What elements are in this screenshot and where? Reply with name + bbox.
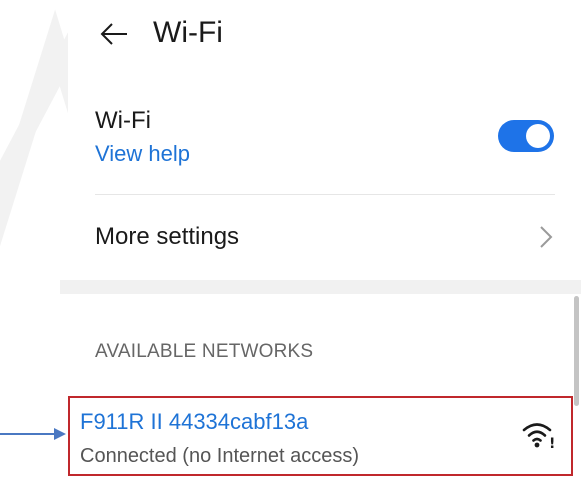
view-help-link[interactable]: View help [95,140,190,168]
wifi-no-internet-icon: ! [522,423,555,450]
annotation-arrow-icon [0,428,66,440]
wifi-label: Wi-Fi [95,107,151,134]
divider [95,194,555,195]
wifi-toggle-row: Wi-Fi View help [68,100,581,178]
network-list-item[interactable]: F911R II 44334cabf13a Connected (no Inte… [68,396,573,476]
available-networks-header: AVAILABLE NETWORKS [95,341,314,362]
app-bar: Wi-Fi [68,0,581,70]
toggle-knob [526,124,550,148]
wifi-settings-screen: Wi-Fi Wi-Fi View help More settings AVAI… [60,0,581,481]
back-button[interactable] [96,18,132,50]
network-status: Connected (no Internet access) [80,445,360,467]
more-settings-label: More settings [95,223,240,250]
more-settings-row[interactable]: More settings [68,206,581,266]
svg-text:!: ! [549,436,555,450]
page-title: Wi-Fi [153,16,223,49]
section-separator [60,280,581,294]
arrow-left-icon [100,23,127,45]
scrollbar[interactable] [574,296,579,406]
chevron-right-icon [540,226,553,248]
wifi-toggle-switch[interactable] [498,120,554,152]
network-name: F911R II 44334cabf13a [80,409,309,434]
